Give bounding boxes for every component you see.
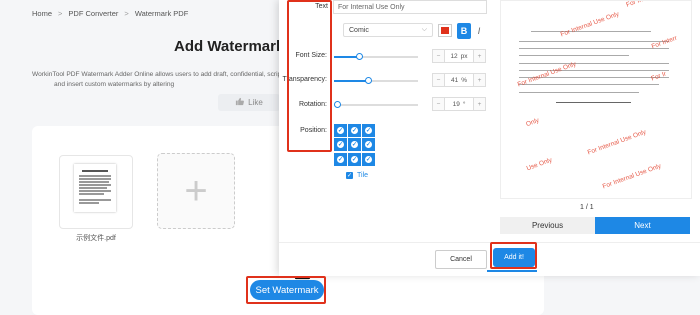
watermark-sample: For Internal Use Only — [586, 128, 648, 157]
watermark-preview: For Internal Use Only For In For Interr … — [500, 0, 692, 199]
rotation-slider[interactable] — [334, 101, 418, 108]
tile-checkbox[interactable]: ✓ Tile — [346, 172, 368, 179]
font-value: Comic — [349, 26, 369, 34]
check-icon: ✓ — [365, 155, 372, 163]
font-size-unit: px — [460, 52, 468, 60]
check-icon: ✓ — [337, 127, 344, 134]
color-swatch — [441, 27, 449, 34]
font-size-value[interactable]: 12 — [450, 53, 457, 60]
check-icon: ✓ — [337, 141, 344, 149]
watermark-text-input[interactable]: For Internal Use Only — [333, 0, 487, 14]
decrement-button[interactable]: − — [433, 50, 444, 62]
breadcrumb-separator: > — [124, 9, 129, 18]
document-preview-icon — [74, 164, 116, 212]
breadcrumb: Home > PDF Converter > Watermark PDF — [32, 9, 188, 18]
slider-thumb[interactable] — [356, 53, 363, 60]
check-icon: ✓ — [351, 141, 358, 149]
watermark-sample: Only — [525, 116, 541, 129]
page-description: WorkinTool PDF Watermark Adder Online al… — [32, 70, 282, 90]
transparency-value[interactable]: 41 — [451, 77, 458, 84]
like-button[interactable]: Like — [218, 94, 280, 111]
color-picker-button[interactable] — [438, 24, 452, 37]
watermark-sample: For Internal Use Only — [601, 162, 663, 191]
increment-button[interactable]: + — [474, 98, 485, 110]
tile-label: Tile — [357, 172, 369, 179]
watermark-sample: Use Only — [525, 156, 554, 173]
annotation-box-add — [490, 242, 537, 269]
breadcrumb-separator: > — [58, 9, 63, 18]
slider-thumb[interactable] — [334, 101, 341, 108]
add-file-button[interactable]: + — [157, 153, 235, 229]
rotation-value[interactable]: 19 — [453, 101, 460, 108]
chevron-down-icon: ⌵ — [421, 26, 427, 33]
previous-button[interactable]: Previous — [500, 217, 595, 234]
next-button[interactable]: Next — [595, 217, 690, 234]
slider-thumb[interactable] — [365, 77, 372, 84]
slider-fill — [334, 80, 368, 82]
position-cell[interactable]: ✓ — [348, 152, 361, 166]
rotation-unit: ° — [462, 100, 466, 108]
like-label: Like — [248, 98, 263, 107]
rotation-stepper[interactable]: − 19 ° + — [432, 97, 486, 111]
thumbs-up-icon — [235, 97, 245, 108]
description-line: and insert custom watermarks by altering — [54, 81, 175, 88]
position-cell[interactable]: ✓ — [362, 152, 375, 166]
page-indicator: 1 / 1 — [580, 204, 594, 211]
increment-button[interactable]: + — [474, 74, 485, 86]
plus-icon: + — [184, 168, 208, 213]
bold-toggle[interactable]: B — [457, 23, 471, 39]
watermark-sample: For Internal Use Only — [559, 10, 621, 39]
position-cell[interactable]: ✓ — [334, 124, 347, 137]
modal-underline — [487, 270, 537, 272]
increment-button[interactable]: + — [474, 50, 485, 62]
decrement-button[interactable]: − — [433, 74, 444, 86]
checkbox-checked-icon: ✓ — [346, 172, 353, 179]
check-icon: ✓ — [337, 155, 344, 163]
page-title: Add Watermark — [174, 38, 285, 55]
check-icon: ✓ — [365, 141, 372, 149]
position-cell[interactable]: ✓ — [362, 124, 375, 137]
breadcrumb-pdf-converter[interactable]: PDF Converter — [68, 9, 118, 18]
breadcrumb-current: Watermark PDF — [134, 9, 189, 18]
position-cell[interactable]: ✓ — [348, 124, 361, 137]
italic-toggle[interactable]: I — [474, 23, 484, 39]
font-size-slider[interactable] — [334, 53, 418, 60]
font-select[interactable]: Comic ⌵ — [343, 23, 433, 37]
position-cell[interactable]: ✓ — [334, 138, 347, 152]
check-icon: ✓ — [351, 155, 358, 163]
transparency-unit: % — [461, 76, 467, 84]
file-name: 示例文件.pdf — [76, 235, 116, 242]
description-line: WorkinTool PDF Watermark Adder Online al… — [32, 71, 282, 78]
position-cell[interactable]: ✓ — [348, 138, 361, 152]
decrement-button[interactable]: − — [433, 98, 444, 110]
check-icon: ✓ — [365, 127, 372, 134]
transparency-slider[interactable] — [334, 77, 418, 84]
transparency-stepper[interactable]: − 41% + — [432, 73, 486, 87]
annotation-box-settings — [287, 0, 332, 152]
position-grid: ✓ ✓ ✓ ✓ ✓ ✓ ✓ ✓ ✓ — [334, 124, 376, 166]
watermark-sample: For In — [625, 0, 644, 9]
watermark-sample: For Ir — [650, 70, 668, 83]
font-size-stepper[interactable]: − 12 px + — [432, 49, 486, 63]
cancel-button[interactable]: Cancel — [435, 250, 487, 269]
check-icon: ✓ — [351, 127, 358, 134]
position-cell[interactable]: ✓ — [362, 138, 375, 152]
annotation-box-set-watermark — [246, 276, 326, 304]
position-cell[interactable]: ✓ — [334, 152, 347, 166]
breadcrumb-home[interactable]: Home — [32, 9, 52, 18]
